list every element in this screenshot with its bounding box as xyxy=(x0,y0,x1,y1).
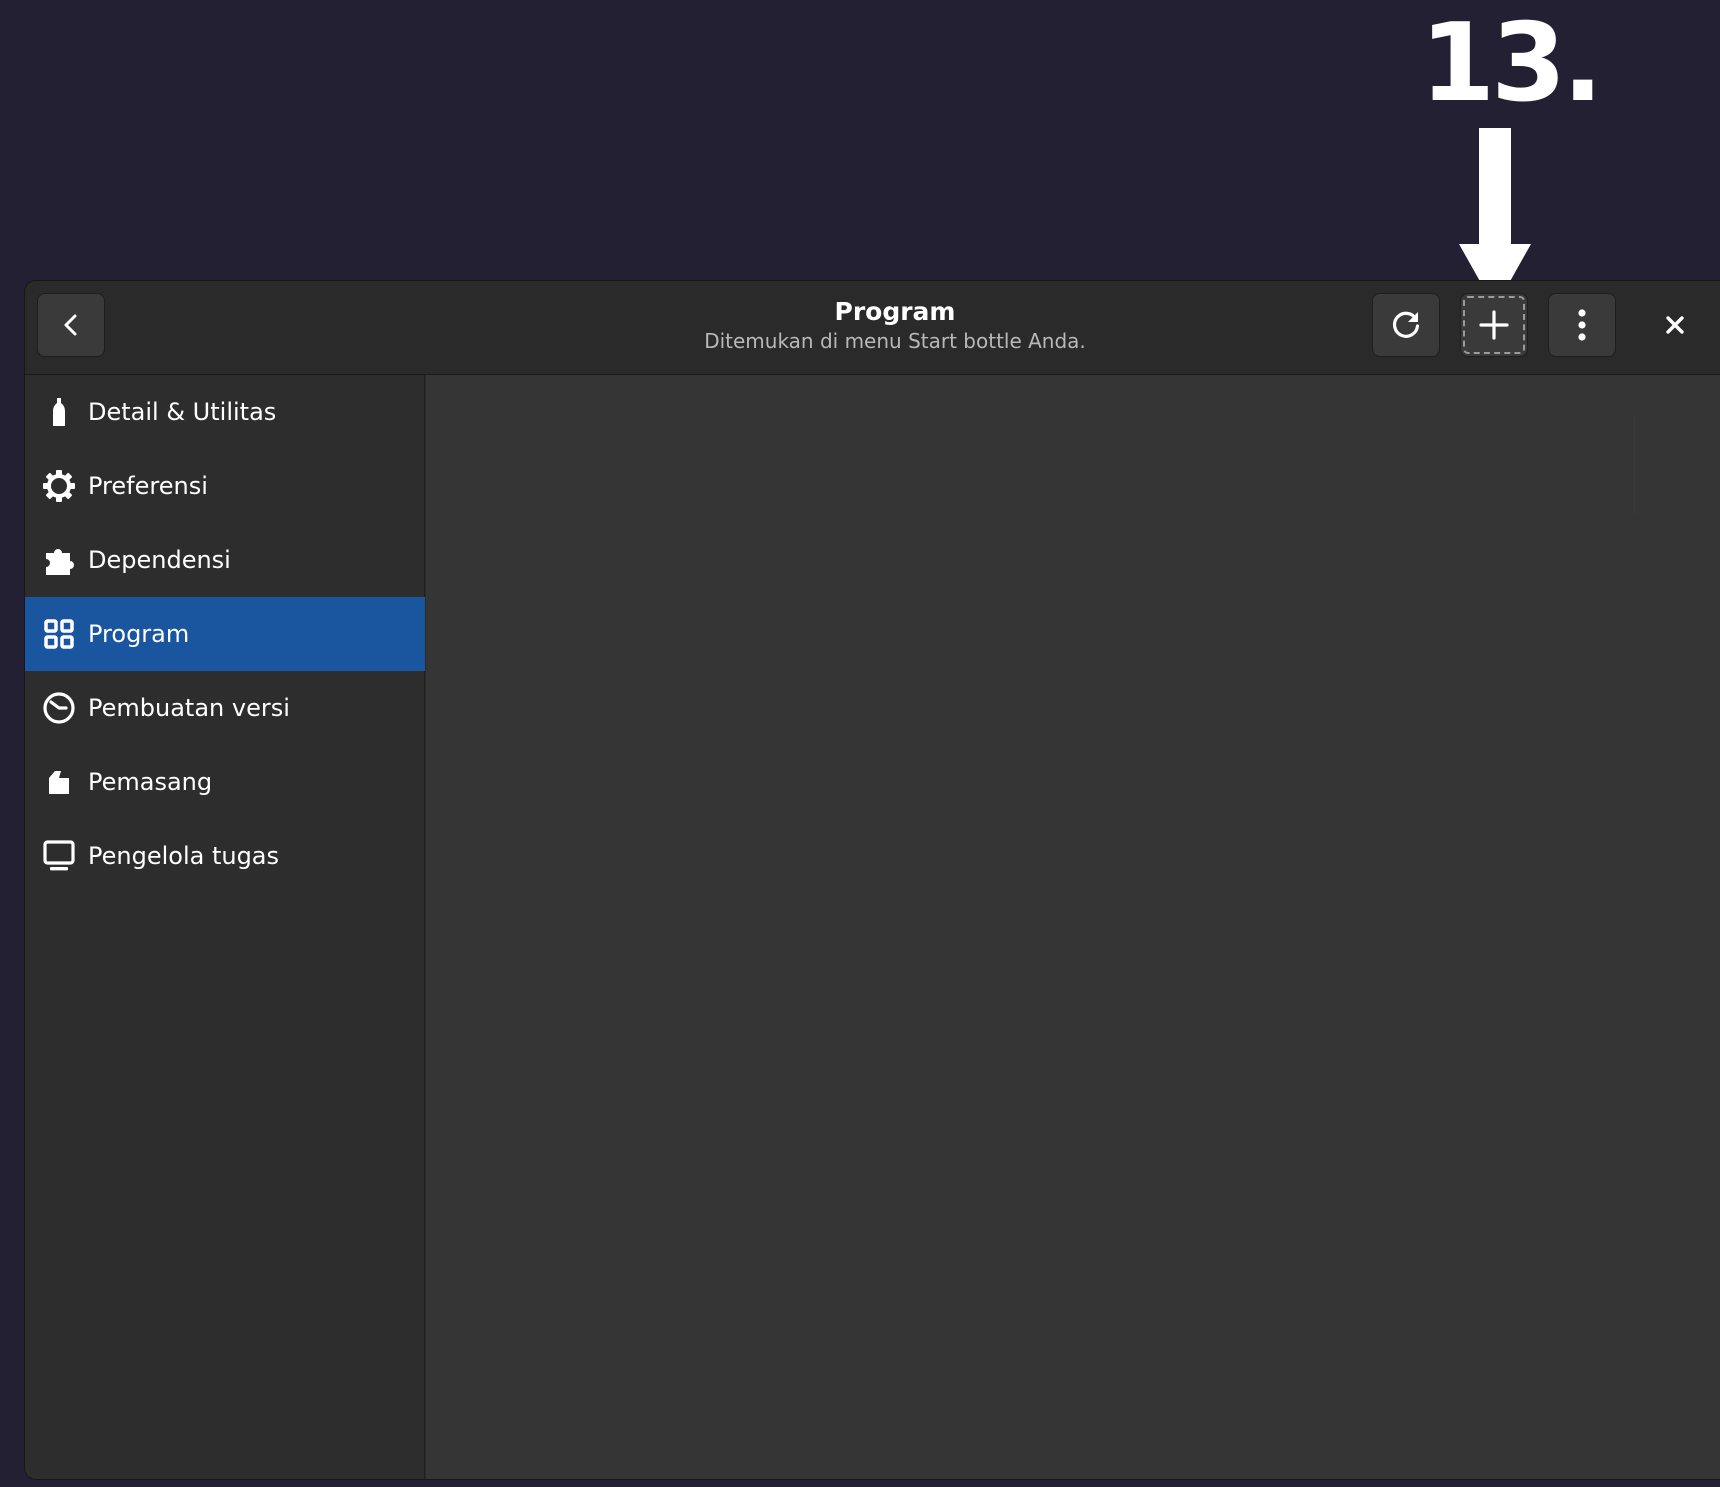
clock-icon xyxy=(41,690,77,726)
sidebar: Detail & Utilitas Preferensi Dependensi … xyxy=(25,375,425,1479)
vertical-dots-icon xyxy=(1578,309,1586,341)
sidebar-item-pembuatan-versi[interactable]: Pembuatan versi xyxy=(25,671,425,745)
close-icon xyxy=(1666,316,1684,334)
content-divider xyxy=(1634,415,1635,515)
sidebar-item-label: Detail & Utilitas xyxy=(88,398,277,426)
bottle-icon xyxy=(41,394,77,430)
add-program-button[interactable] xyxy=(1460,293,1528,357)
title-area: Program Ditemukan di menu Start bottle A… xyxy=(475,297,1315,355)
grid-icon xyxy=(41,616,77,652)
sidebar-item-pemasang[interactable]: Pemasang xyxy=(25,745,425,819)
sidebar-item-pengelola-tugas[interactable]: Pengelola tugas xyxy=(25,819,425,893)
sidebar-item-label: Preferensi xyxy=(88,472,208,500)
main-menu-button[interactable] xyxy=(1548,293,1616,357)
header-bar: Program Ditemukan di menu Start bottle A… xyxy=(25,281,1720,375)
sidebar-item-detail-utilitas[interactable]: Detail & Utilitas xyxy=(25,375,425,449)
refresh-icon xyxy=(1393,311,1420,338)
monitor-icon xyxy=(41,838,77,874)
refresh-button[interactable] xyxy=(1372,293,1440,357)
gear-icon xyxy=(41,468,77,504)
page-title: Program xyxy=(834,297,956,326)
sidebar-item-preferensi[interactable]: Preferensi xyxy=(25,449,425,523)
page-subtitle: Ditemukan di menu Start bottle Anda. xyxy=(704,329,1086,353)
sidebar-item-dependensi[interactable]: Dependensi xyxy=(25,523,425,597)
puzzle-icon xyxy=(41,542,77,578)
close-button[interactable] xyxy=(1643,293,1707,357)
package-icon xyxy=(41,764,77,800)
sidebar-item-program[interactable]: Program xyxy=(25,597,425,671)
back-button[interactable] xyxy=(37,293,105,357)
step-number-label: 13. xyxy=(1420,1,1603,126)
sidebar-item-label: Pemasang xyxy=(88,768,213,796)
sidebar-item-label: Program xyxy=(88,620,190,648)
sidebar-item-label: Dependensi xyxy=(88,546,231,574)
app-window: Program Ditemukan di menu Start bottle A… xyxy=(24,280,1720,1480)
plus-icon xyxy=(1479,310,1509,340)
programs-content-area xyxy=(426,375,1720,1479)
sidebar-item-label: Pengelola tugas xyxy=(88,842,280,870)
chevron-left-icon xyxy=(64,314,77,336)
sidebar-item-label: Pembuatan versi xyxy=(88,694,290,722)
